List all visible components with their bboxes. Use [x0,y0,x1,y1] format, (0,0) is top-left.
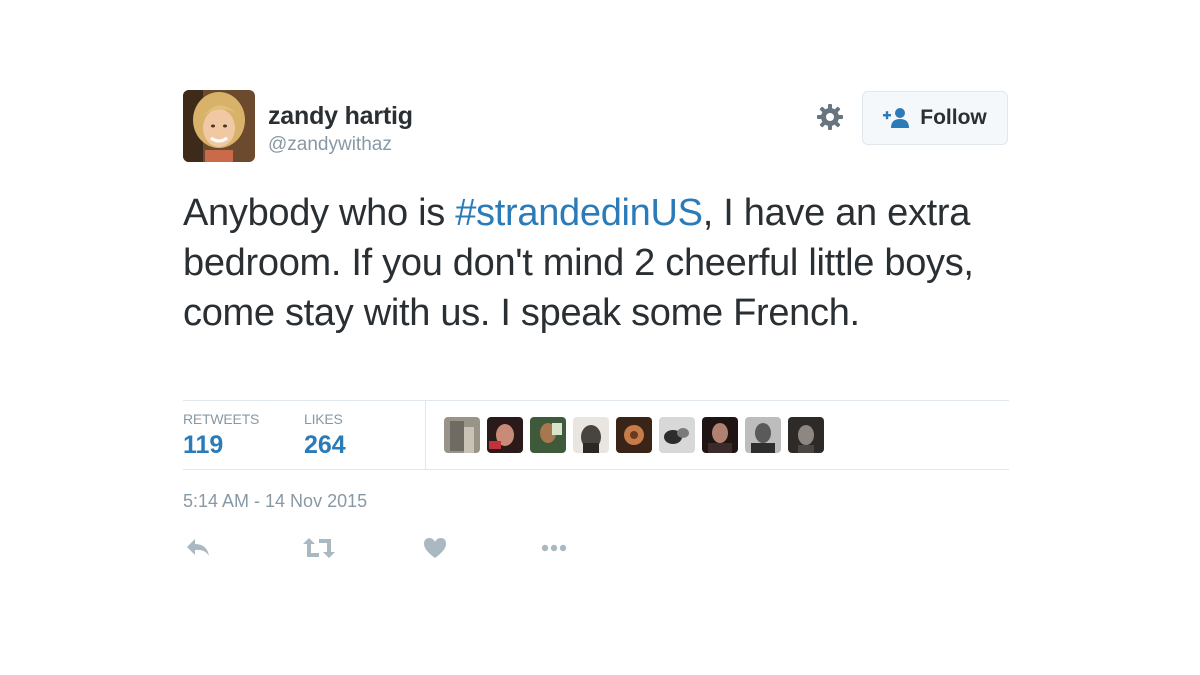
user-name[interactable]: zandy hartig [268,102,413,131]
reply-icon[interactable] [185,536,217,562]
liker-avatar[interactable] [530,417,566,453]
retweets-label: RETWEETS [183,411,260,427]
more-dots-icon[interactable] [539,536,571,562]
liker-avatar[interactable] [487,417,523,453]
liker-avatar[interactable] [444,417,480,453]
tweet-card: zandy hartig @zandywithaz Follow Anybody… [183,90,1009,558]
hashtag-link[interactable]: #strandedinUS [455,192,703,234]
stats-divider [425,401,426,469]
follow-button-label: Follow [920,106,987,129]
tweet-text-start: Anybody who is [183,192,456,234]
tweet-header: zandy hartig @zandywithaz Follow [183,90,1009,162]
liker-avatar[interactable] [573,417,609,453]
avatar-image [183,90,255,162]
liker-avatars [444,417,824,453]
user-handle[interactable]: @zandywithaz [268,134,392,156]
tweet-text: Anybody who is #strandedinUS, I have an … [183,188,1009,338]
retweet-icon[interactable] [303,536,335,562]
likes-stat[interactable]: LIKES 264 [304,411,346,460]
follow-button[interactable]: Follow [862,91,1008,145]
likes-count: 264 [304,431,346,459]
likes-label: LIKES [304,411,343,427]
add-person-icon [883,108,910,128]
liker-avatar[interactable] [788,417,824,453]
retweets-stat[interactable]: RETWEETS 119 [183,411,259,460]
liker-avatar[interactable] [616,417,652,453]
retweets-count: 119 [183,431,224,459]
liker-avatar[interactable] [745,417,781,453]
tweet-timestamp[interactable]: 5:14 AM - 14 Nov 2015 [183,491,367,512]
avatar[interactable] [183,90,255,162]
liker-avatar[interactable] [659,417,695,453]
liker-avatar[interactable] [702,417,738,453]
heart-icon[interactable] [422,536,454,562]
gear-icon[interactable] [816,103,844,131]
tweet-stats: RETWEETS 119 LIKES 264 [183,400,1009,470]
